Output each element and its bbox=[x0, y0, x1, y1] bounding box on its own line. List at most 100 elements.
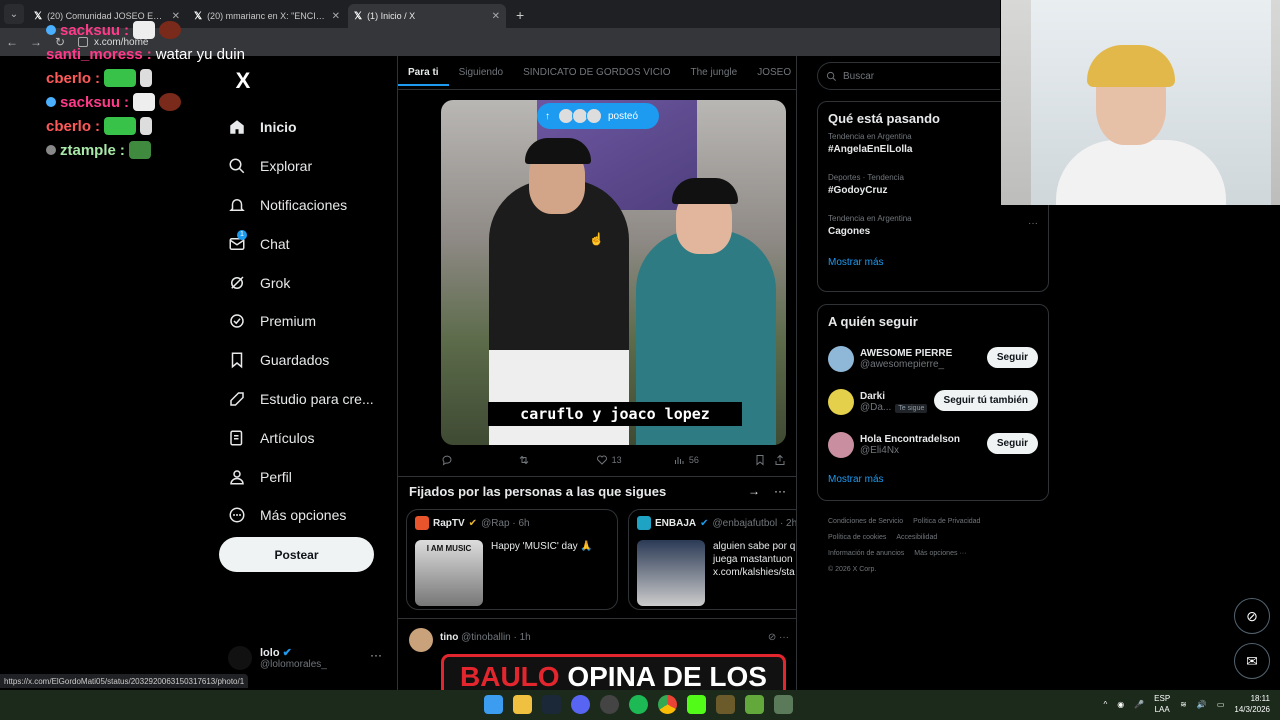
grok-icon[interactable]: ⊘ bbox=[768, 632, 776, 643]
verified-icon bbox=[230, 314, 244, 329]
more-icon[interactable]: ··· bbox=[370, 648, 382, 662]
show-more-link[interactable]: Mostrar más bbox=[818, 466, 1048, 493]
obs-icon[interactable] bbox=[600, 695, 619, 714]
follow-button[interactable]: Seguir bbox=[986, 347, 1038, 368]
chevron-up-icon[interactable]: ^ bbox=[1103, 700, 1107, 709]
follow-suggestion[interactable]: Hola Encontradelson @Eli4Nx Seguir bbox=[818, 423, 1048, 466]
app-icon[interactable] bbox=[716, 695, 735, 714]
follows-you-badge: Te sigue bbox=[895, 403, 928, 413]
tab-para-ti[interactable]: Para ti bbox=[398, 67, 449, 86]
messages-fab-button[interactable]: ✉ bbox=[1234, 643, 1270, 679]
pinned-controls: → ··· bbox=[748, 484, 786, 498]
tab-the-jungle[interactable]: The jungle bbox=[681, 67, 748, 78]
trend-item[interactable]: Tendencia en Argentina Cagones ··· bbox=[818, 208, 1048, 249]
more-icon[interactable]: ··· bbox=[774, 484, 786, 498]
share-button[interactable] bbox=[774, 454, 786, 466]
microphone-icon[interactable]: 🎤 bbox=[1134, 700, 1144, 709]
tweet-image[interactable]: BAULO OPINA DE LOS bbox=[441, 654, 786, 690]
follow-button[interactable]: Seguir bbox=[986, 433, 1038, 454]
follow-back-button[interactable]: Seguir tú también bbox=[933, 390, 1038, 411]
sidebar-item-chat[interactable]: 1 Chat bbox=[218, 224, 393, 263]
new-tab-button[interactable]: + bbox=[516, 7, 524, 23]
pinned-card[interactable]: RapTV ✔ @Rap · 6h I AM MUSIC Happy 'MUSI… bbox=[406, 509, 618, 610]
card-author-handle: @enbajafutbol · 2h bbox=[712, 517, 797, 529]
kick-icon[interactable] bbox=[687, 695, 706, 714]
taskbar-apps bbox=[484, 695, 793, 714]
steam-icon[interactable] bbox=[542, 695, 561, 714]
arrow-right-icon[interactable]: → bbox=[748, 484, 760, 498]
show-more-link[interactable]: Mostrar más bbox=[818, 249, 1048, 276]
card-thumbnail: I AM MUSIC bbox=[415, 540, 483, 606]
tab-sindicato[interactable]: SINDICATO DE GORDOS VICIO bbox=[513, 67, 680, 78]
like-count: 13 bbox=[611, 455, 622, 465]
sidebar-item-label: Perfil bbox=[260, 468, 292, 485]
reply-button[interactable] bbox=[441, 454, 518, 466]
emote-icon bbox=[128, 141, 151, 159]
volume-icon[interactable]: 🔊 bbox=[1197, 700, 1207, 709]
views-button[interactable]: 56 bbox=[673, 454, 754, 466]
sidebar-item-mas-opciones[interactable]: Más opciones bbox=[218, 496, 393, 535]
minecraft-icon[interactable] bbox=[745, 695, 764, 714]
post-button[interactable]: Postear bbox=[219, 537, 374, 572]
account-switcher[interactable]: lolo ✔ @lolomorales_ ··· bbox=[228, 642, 388, 674]
new-posts-pill[interactable]: ↑ posteó bbox=[537, 103, 659, 129]
repost-button[interactable] bbox=[518, 454, 595, 466]
timeline-tabs: Para ti Siguiendo SINDICATO DE GORDOS VI… bbox=[398, 56, 796, 90]
footer-link[interactable]: Condiciones de Servicio bbox=[828, 518, 903, 525]
wifi-icon[interactable]: ≋ bbox=[1180, 700, 1187, 709]
emote-icon bbox=[140, 69, 153, 87]
grok-fab-button[interactable]: ⊘ bbox=[1234, 598, 1270, 634]
language-indicator[interactable]: ESP LAA bbox=[1154, 693, 1170, 715]
footer-link[interactable]: Política de Privacidad bbox=[913, 518, 980, 525]
sidebar-item-explorar[interactable]: Explorar bbox=[218, 147, 393, 186]
search-input[interactable]: Buscar bbox=[817, 62, 1000, 90]
x-logo-icon[interactable]: X bbox=[226, 64, 260, 98]
like-button[interactable]: 13 bbox=[596, 454, 673, 466]
bookmark-button[interactable] bbox=[754, 454, 774, 466]
sidebar-item-premium[interactable]: Premium bbox=[218, 302, 393, 341]
avatar bbox=[586, 108, 602, 124]
verified-badge-icon: ✔ bbox=[700, 517, 709, 529]
post-media-image[interactable]: caruflo y joaco lopez ☝ bbox=[441, 100, 786, 445]
more-icon[interactable]: ··· bbox=[1028, 218, 1038, 229]
tab-search-button[interactable]: ⌄ bbox=[4, 4, 24, 24]
divider bbox=[398, 618, 796, 619]
start-icon[interactable] bbox=[484, 695, 503, 714]
file-explorer-icon[interactable] bbox=[513, 695, 532, 714]
sidebar-item-guardados[interactable]: Guardados bbox=[218, 341, 393, 380]
sidebar-item-articulos[interactable]: Artículos bbox=[218, 418, 393, 457]
sidebar-item-estudio[interactable]: Estudio para cre... bbox=[218, 380, 393, 419]
footer-link[interactable]: Accesibilidad bbox=[896, 534, 937, 541]
sidebar-item-grok[interactable]: Grok bbox=[218, 263, 393, 302]
chrome-icon[interactable] bbox=[658, 695, 677, 714]
network-icon[interactable]: ◉ bbox=[1117, 700, 1124, 709]
close-icon[interactable]: ✕ bbox=[332, 11, 340, 22]
discord-icon[interactable] bbox=[571, 695, 590, 714]
sidebar-nav: X Inicio Explorar Notificaciones 1 Chat … bbox=[218, 60, 393, 535]
pinned-card[interactable]: ENBAJA ✔ @enbajafutbol · 2h alguien sabe… bbox=[628, 509, 797, 610]
footer-link[interactable]: Más opciones ··· bbox=[914, 550, 966, 557]
tab-siguiendo[interactable]: Siguiendo bbox=[449, 67, 513, 78]
sidebar-item-perfil[interactable]: Perfil bbox=[218, 457, 393, 496]
profile-handle: @lolomorales_ bbox=[260, 659, 327, 670]
search-icon bbox=[826, 71, 836, 81]
suggestion-name: Darki bbox=[860, 390, 886, 402]
battery-icon[interactable]: ▭ bbox=[1217, 700, 1225, 709]
app-icon[interactable] bbox=[774, 695, 793, 714]
chat-separator: : bbox=[95, 69, 101, 87]
clock[interactable]: 18:11 14/3/2026 bbox=[1234, 693, 1270, 715]
close-icon[interactable]: ✕ bbox=[492, 11, 500, 22]
follow-suggestion[interactable]: AWESOME PIERRE @awesomepierre_ Seguir bbox=[818, 337, 1048, 380]
browser-tab-3[interactable]: 𝕏 (1) Inicio / X ✕ bbox=[348, 4, 506, 28]
footer-link[interactable]: Política de cookies bbox=[828, 534, 886, 541]
tab-joseo[interactable]: JOSEO bbox=[747, 67, 796, 78]
follow-suggestion[interactable]: Darki @Da... Te sigue Seguir tú también bbox=[818, 380, 1048, 423]
more-icon[interactable]: ··· bbox=[779, 632, 789, 643]
sidebar-item-inicio[interactable]: Inicio bbox=[218, 108, 393, 147]
sidebar-item-notificaciones[interactable]: Notificaciones bbox=[218, 186, 393, 225]
back-icon[interactable]: ← bbox=[0, 35, 24, 49]
spotify-icon[interactable] bbox=[629, 695, 648, 714]
footer-link[interactable]: Información de anuncios bbox=[828, 550, 904, 557]
forward-icon[interactable]: → bbox=[24, 35, 48, 49]
enbaja-logo-icon bbox=[637, 516, 651, 530]
